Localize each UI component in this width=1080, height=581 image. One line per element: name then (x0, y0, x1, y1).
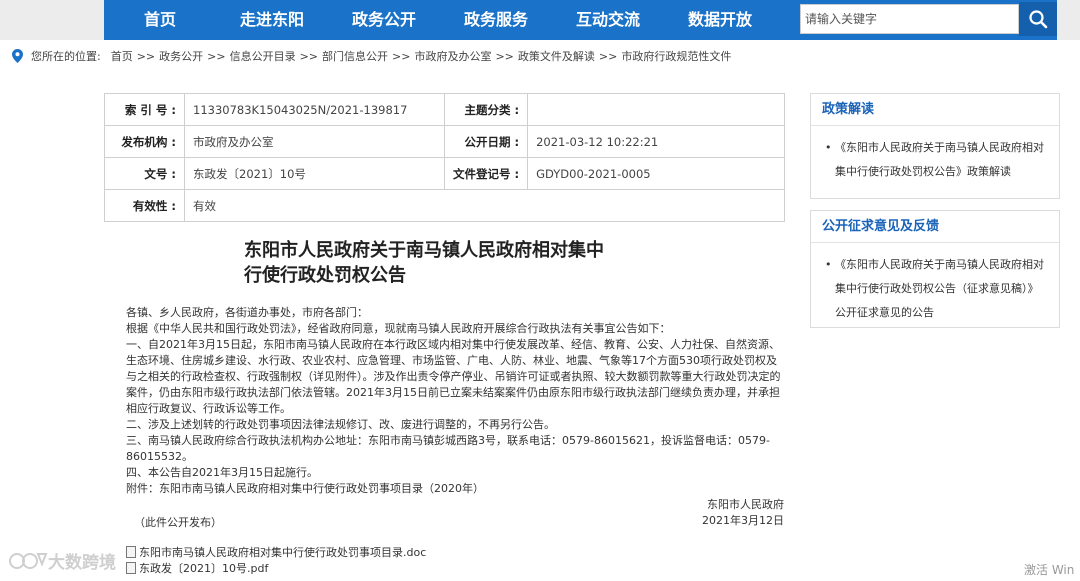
sidebar-policy-box: 政策解读 《东阳市人民政府关于南马镇人民政府相对集中行使行政处罚权公告》政策解读 (810, 93, 1060, 199)
public-release-note: （此件公开发布） (134, 516, 222, 529)
meta-index-value: 11330783K15043025N/2021-139817 (184, 93, 445, 126)
attachment-link-doc[interactable]: 东阳市南马镇人民政府相对集中行使行政处罚事项目录.doc (126, 544, 426, 560)
breadcrumb-sep: >> (392, 49, 411, 63)
table-row: 有效性 : 有效 (104, 189, 785, 222)
nav-gov-services[interactable]: 政务服务 (440, 0, 552, 40)
document-title-line-1: 东阳市人民政府关于南马镇人民政府相对集中 (244, 240, 604, 261)
activate-windows-watermark: 激活 Win (1024, 563, 1075, 577)
file-icon (126, 562, 136, 574)
search-icon (1029, 10, 1048, 29)
meta-validity-value: 有效 (184, 189, 785, 222)
meta-docno-value: 东政发〔2021〕10号 (184, 157, 445, 190)
document-title: 东阳市人民政府关于南马镇人民政府相对集中 行使行政处罚权公告 (244, 238, 664, 288)
attachment-note: 附件：东阳市南马镇人民政府相对集中行使行政处罚事项目录（2020年） (126, 482, 484, 495)
breadcrumb: 您所在的位置: 首页 >> 政务公开 >> 信息公开目录 >> 部门信息公开 >… (12, 47, 731, 65)
meta-topic-key: 主题分类 : (443, 93, 529, 126)
meta-index-key: 索 引 号 : (104, 93, 185, 126)
search-button[interactable] (1019, 2, 1057, 36)
location-pin-icon (12, 49, 23, 63)
nav-open-data[interactable]: 数据开放 (664, 0, 776, 40)
paragraph-1: 一、自2021年3月15日起，东阳市南马镇人民政府在本行政区域内相对集中行使发展… (126, 338, 781, 415)
breadcrumb-gov-office[interactable]: 市政府及办公室 (414, 48, 491, 64)
document-title-line-2: 行使行政处罚权公告 (244, 265, 406, 286)
table-row: 发布机构 : 市政府及办公室 公开日期 : 2021-03-12 10:22:2… (104, 125, 785, 158)
attachment-filename: 东政发〔2021〕10号.pdf (139, 562, 269, 575)
breadcrumb-sep: >> (207, 49, 226, 63)
brand-logo-icon (9, 552, 48, 569)
table-row: 索 引 号 : 11330783K15043025N/2021-139817 主… (104, 93, 785, 126)
meta-docno-key: 文号 : (104, 157, 185, 190)
nav-home[interactable]: 首页 (104, 0, 216, 40)
meta-reg-key: 文件登记号 : (443, 157, 529, 190)
document-meta-table: 索 引 号 : 11330783K15043025N/2021-139817 主… (104, 93, 785, 222)
breadcrumb-sep: >> (495, 49, 514, 63)
breadcrumb-home[interactable]: 首页 (111, 48, 133, 64)
search-input[interactable] (800, 4, 1019, 34)
file-icon (126, 546, 136, 558)
paragraph-4: 四、本公告自2021年3月15日起施行。 (126, 466, 318, 479)
sidebar-consult-item[interactable]: 《东阳市人民政府关于南马镇人民政府相对集中行使行政处罚权公告（征求意见稿）》公开… (825, 253, 1045, 325)
top-nav-background: 首页 走进东阳 政务公开 政务服务 互动交流 数据开放 (0, 0, 1080, 40)
breadcrumb-gov-open[interactable]: 政务公开 (159, 48, 203, 64)
nav-gov-affairs-open[interactable]: 政务公开 (328, 0, 440, 40)
breadcrumb-sep: >> (299, 49, 319, 63)
sidebar-consult-heading: 公开征求意见及反馈 (811, 211, 1059, 243)
breadcrumb-policy-docs[interactable]: 政策文件及解读 (518, 48, 595, 64)
meta-reg-value: GDYD00-2021-0005 (527, 157, 785, 190)
paragraph-3: 三、南马镇人民政府综合行政执法机构办公地址：东阳市南马镇彭城西路3号，联系电话：… (126, 434, 770, 463)
meta-issuer-key: 发布机构 : (104, 125, 185, 158)
breadcrumb-label: 您所在的位置: (31, 50, 101, 63)
meta-topic-value (527, 93, 785, 126)
sidebar-policy-item[interactable]: 《东阳市人民政府关于南马镇人民政府相对集中行使行政处罚权公告》政策解读 (825, 136, 1045, 184)
intro-paragraph: 根据《中华人民共和国行政处罚法》，经省政府同意，现就南马镇人民政府开展综合行政执… (126, 322, 671, 335)
meta-validity-key: 有效性 : (104, 189, 185, 222)
meta-date-value: 2021-03-12 10:22:21 (527, 125, 785, 158)
signature-org: 东阳市人民政府 (707, 498, 784, 511)
breadcrumb-sep: >> (136, 49, 156, 63)
meta-date-key: 公开日期 : (443, 125, 529, 158)
nav-interaction[interactable]: 互动交流 (552, 0, 664, 40)
attachment-link-pdf[interactable]: 东政发〔2021〕10号.pdf (126, 560, 268, 576)
breadcrumb-dept-info[interactable]: 部门信息公开 (322, 48, 388, 64)
sidebar-consult-list: 《东阳市人民政府关于南马镇人民政府相对集中行使行政处罚权公告（征求意见稿）》公开… (811, 243, 1059, 335)
breadcrumb-normative-docs[interactable]: 市政府行政规范性文件 (621, 48, 731, 64)
breadcrumb-sep: >> (598, 49, 618, 63)
nav-about-dongyang[interactable]: 走进东阳 (216, 0, 328, 40)
brand-watermark: 大数跨境 (8, 548, 116, 573)
sidebar-consult-box: 公开征求意见及反馈 《东阳市人民政府关于南马镇人民政府相对集中行使行政处罚权公告… (810, 210, 1060, 328)
table-row: 文号 : 东政发〔2021〕10号 文件登记号 : GDYD00-2021-00… (104, 157, 785, 190)
meta-issuer-value: 市政府及办公室 (184, 125, 445, 158)
sidebar-policy-list: 《东阳市人民政府关于南马镇人民政府相对集中行使行政处罚权公告》政策解读 (811, 126, 1059, 194)
paragraph-2: 二、涉及上述划转的行政处罚事项因法律法规修订、改、废进行调整的，不再另行公告。 (126, 418, 555, 431)
breadcrumb-info-catalog[interactable]: 信息公开目录 (230, 48, 296, 64)
salutation: 各镇、乡人民政府，各街道办事处，市府各部门： (126, 306, 368, 319)
document-body: 各镇、乡人民政府，各街道办事处，市府各部门： 根据《中华人民共和国行政处罚法》，… (104, 305, 784, 529)
brand-watermark-text: 大数跨境 (48, 553, 116, 573)
sidebar-policy-heading: 政策解读 (811, 94, 1059, 126)
attachment-filename: 东阳市南马镇人民政府相对集中行使行政处罚事项目录.doc (139, 546, 427, 559)
